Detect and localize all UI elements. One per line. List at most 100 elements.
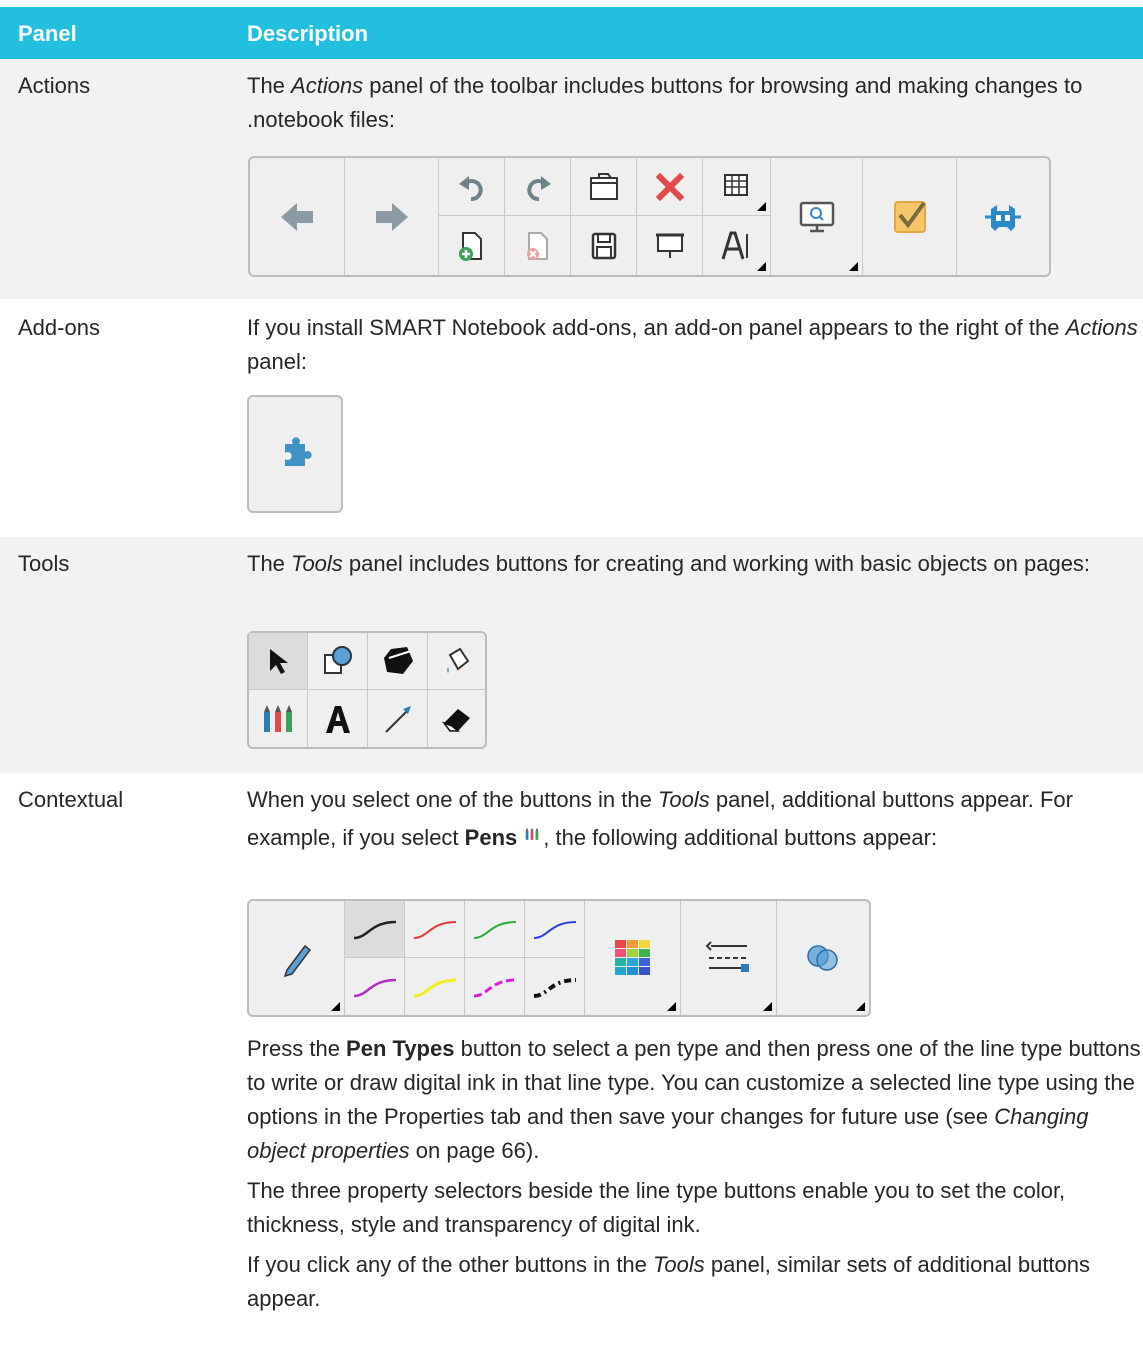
paint-bucket-icon: [446, 647, 469, 673]
table-icon: [723, 173, 748, 196]
delete-x-icon: [655, 172, 684, 201]
delete-page-button[interactable]: [505, 216, 571, 275]
pen-types-paragraph: Press the Pen Types button to select a p…: [247, 1036, 1141, 1163]
line-type-black-dashdot-button[interactable]: [525, 958, 585, 1015]
header-description: Description: [247, 21, 369, 46]
pens-button[interactable]: [249, 690, 308, 747]
line-type-blue-button[interactable]: [525, 901, 585, 958]
row-label: Add-ons: [18, 315, 100, 340]
line-type-magenta-dashed-button[interactable]: [465, 958, 525, 1015]
delete-button[interactable]: [637, 158, 703, 216]
dropdown-arrow-icon: [849, 262, 858, 271]
green-line-icon: [473, 921, 516, 939]
line-type-black-button[interactable]: [345, 901, 405, 958]
open-file-button[interactable]: [571, 158, 637, 216]
fill-button[interactable]: [428, 633, 485, 690]
redo-icon: [526, 175, 551, 201]
row-label: Contextual: [18, 787, 124, 812]
response-button[interactable]: [863, 158, 957, 275]
line-type-purple-button[interactable]: [345, 958, 405, 1015]
pens-inline-icon: [525, 827, 539, 840]
black-dashdot-line-icon: [533, 977, 576, 998]
line-style-selector-button[interactable]: [681, 901, 777, 1015]
color-palette-icon: [614, 940, 650, 975]
dropdown-arrow-icon: [757, 262, 766, 271]
arrow-right-icon: [375, 202, 408, 231]
text-a-icon: [325, 705, 350, 733]
color-selector-button[interactable]: [585, 901, 681, 1015]
other-buttons-paragraph: If you click any of the other buttons in…: [247, 1252, 1091, 1311]
row-description: If you install SMART Notebook add-ons, a…: [247, 315, 1138, 374]
row-description: When you select one of the buttons in th…: [247, 787, 1073, 850]
pens-icon: [264, 704, 292, 732]
pencil-icon: [283, 944, 311, 978]
table-row-actions: Actions The Actions panel of the toolbar…: [0, 59, 1143, 299]
eraser-icon: [441, 708, 470, 732]
shapes-icon: [323, 646, 352, 674]
blue-line-icon: [533, 921, 576, 939]
select-button[interactable]: [249, 633, 308, 690]
save-button[interactable]: [571, 216, 637, 275]
screen-shade-icon: [655, 233, 684, 258]
addon-button[interactable]: [249, 397, 341, 511]
magenta-dashed-line-icon: [473, 978, 516, 997]
row-label: Actions: [18, 73, 91, 98]
table-row-tools: Tools The Tools panel includes buttons f…: [0, 537, 1143, 773]
regular-polygons-button[interactable]: [368, 633, 428, 690]
dropdown-arrow-icon: [856, 1002, 865, 1011]
dropdown-arrow-icon: [757, 202, 766, 211]
row-label: Tools: [18, 551, 70, 576]
table-button[interactable]: [703, 158, 771, 216]
transparency-circles-icon: [807, 945, 838, 971]
add-page-icon: [458, 231, 482, 261]
property-selectors-paragraph: The three property selectors beside the …: [247, 1178, 1066, 1237]
text-format-button[interactable]: [703, 216, 771, 275]
dropdown-arrow-icon: [763, 1002, 772, 1011]
table-row-contextual: Contextual When you select one of the bu…: [0, 773, 1143, 1352]
addon-panel: [247, 395, 343, 513]
row-description: The Actions panel of the toolbar include…: [247, 73, 1083, 132]
save-icon: [591, 232, 616, 259]
monster-icon: [985, 204, 1021, 231]
delete-page-icon: [526, 231, 548, 260]
previous-page-button[interactable]: [250, 158, 345, 275]
puzzle-piece-icon: [285, 437, 312, 466]
red-line-icon: [413, 921, 456, 939]
add-page-button[interactable]: [439, 216, 505, 275]
screen-shade-button[interactable]: [637, 216, 703, 275]
table-header: Panel Description: [0, 7, 1143, 59]
undo-icon: [458, 175, 483, 201]
pointer-icon: [270, 649, 288, 674]
lines-button[interactable]: [368, 690, 428, 747]
actions-toolbar: [248, 156, 1051, 277]
polygon-icon: [383, 647, 413, 674]
line-type-yellow-button[interactable]: [405, 958, 465, 1015]
transparency-selector-button[interactable]: [777, 901, 869, 1015]
table-row-addons: Add-ons If you install SMART Notebook ad…: [0, 299, 1143, 537]
text-format-icon: [721, 231, 748, 259]
redo-button[interactable]: [505, 158, 571, 216]
tools-toolbar: [247, 631, 487, 749]
undo-button[interactable]: [439, 158, 505, 216]
shapes-button[interactable]: [308, 633, 368, 690]
arrow-left-icon: [281, 202, 313, 231]
yellow-line-icon: [413, 978, 456, 997]
line-type-green-button[interactable]: [465, 901, 525, 958]
view-screens-button[interactable]: [771, 158, 863, 275]
open-file-icon: [589, 172, 618, 200]
black-line-icon: [353, 920, 396, 940]
checkbox-icon: [893, 200, 926, 233]
eraser-button[interactable]: [428, 690, 485, 747]
row-description-continued: Press the Pen Types button to select a p…: [247, 1032, 1142, 1316]
contextual-toolbar: [247, 899, 871, 1017]
text-button[interactable]: [308, 690, 368, 747]
purple-line-icon: [353, 978, 396, 997]
dropdown-arrow-icon: [331, 1002, 340, 1011]
header-panel: Panel: [18, 21, 77, 46]
next-page-button[interactable]: [345, 158, 439, 275]
lab-button[interactable]: [957, 158, 1049, 275]
dropdown-arrow-icon: [667, 1002, 676, 1011]
line-type-red-button[interactable]: [405, 901, 465, 958]
monitor-zoom-icon: [799, 201, 834, 232]
pen-types-button[interactable]: [249, 901, 345, 1015]
